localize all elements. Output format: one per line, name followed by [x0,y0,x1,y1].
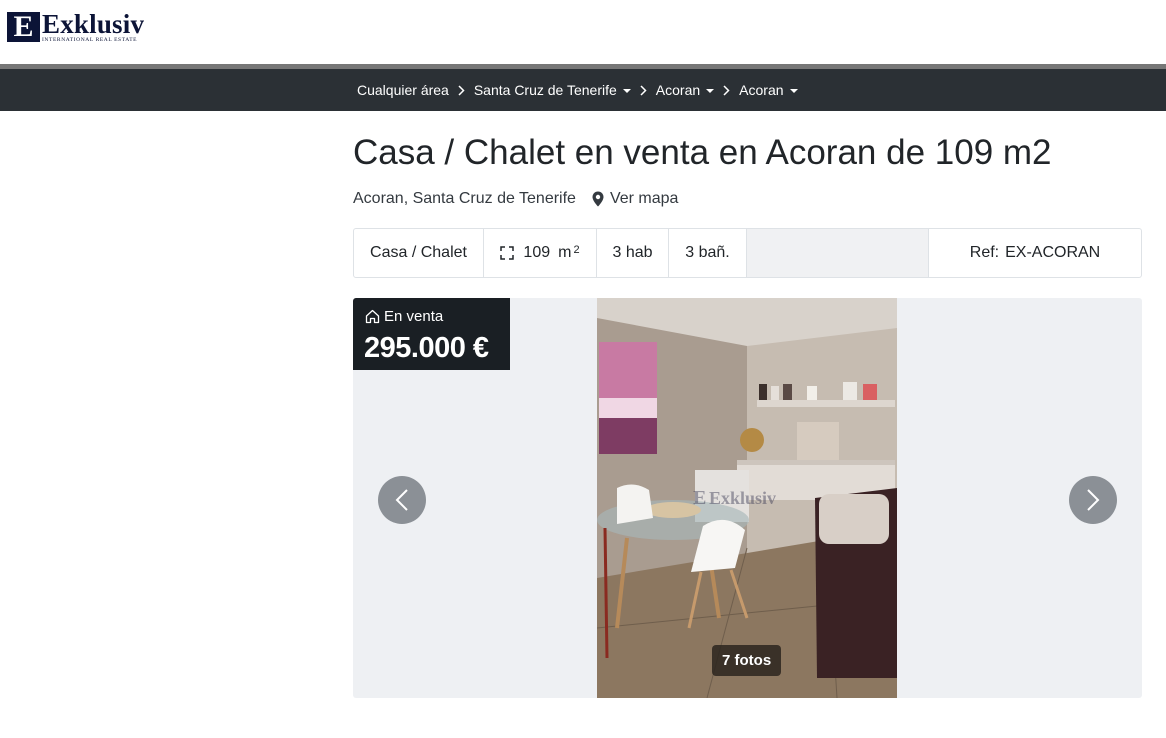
breadcrumb: Cualquier área Santa Cruz de Tenerife Ac… [357,69,798,111]
expand-icon [500,246,515,260]
photo-gallery: En venta 295.000 € E Exklusiv 7 fotos [353,298,1142,698]
spec-empty-cell [747,229,929,277]
listing-photo[interactable]: E Exklusiv 7 fotos [597,298,897,698]
spec-property-type: Casa / Chalet [354,229,484,277]
location-text: Acoran, Santa Cruz de Tenerife [353,190,576,207]
logo-name: Exklusiv [42,9,145,39]
caret-down-icon [622,88,631,93]
previous-photo-button[interactable] [378,476,426,524]
breadcrumb-item-zone[interactable]: Acoran [739,82,798,98]
listing-location: Acoran, Santa Cruz de Tenerife Ver mapa [353,190,678,208]
map-pin-icon [592,191,604,207]
svg-text:E: E [693,487,706,509]
watermark-text: Exklusiv [709,488,776,508]
breadcrumb-item-municipality[interactable]: Acoran [656,82,715,98]
spec-bathrooms: 3 bañ. [669,229,747,277]
spec-reference: Ref: EX-ACORAN [969,244,1101,261]
chevron-right-icon [1087,489,1100,511]
breadcrumb-bar: Cualquier área Santa Cruz de Tenerife Ac… [0,69,1166,111]
listing-price: 295.000 € [364,332,489,364]
chevron-right-icon [458,84,465,96]
breadcrumb-item-province[interactable]: Santa Cruz de Tenerife [474,82,631,98]
next-photo-button[interactable] [1069,476,1117,524]
logo-tagline: INTERNATIONAL REAL ESTATE [42,37,138,43]
room-photo-image: E Exklusiv [597,298,897,698]
breadcrumb-item-any-area[interactable]: Cualquier área [357,82,449,98]
chevron-right-icon [640,84,647,96]
price-badge: En venta 295.000 € [353,298,510,370]
photo-count-badge[interactable]: 7 fotos [712,645,782,676]
site-logo[interactable]: E Exklusiv INTERNATIONAL REAL ESTATE [7,9,145,44]
chevron-right-icon [723,84,730,96]
page-title: Casa / Chalet en venta en Acoran de 109 … [353,133,1052,172]
spec-rooms: 3 hab [597,229,669,277]
spec-area: 109 m 2 [484,229,597,277]
logo-mark: E [7,12,40,42]
home-icon [365,309,380,324]
site-header: E Exklusiv INTERNATIONAL REAL ESTATE [0,0,1166,64]
caret-down-icon [706,88,715,93]
chevron-left-icon [395,489,408,511]
caret-down-icon [789,88,798,93]
property-specs: Casa / Chalet 109 m 2 3 hab 3 bañ. Ref: … [353,228,1142,278]
view-map-link[interactable]: Ver mapa [592,190,678,208]
listing-status: En venta [365,308,443,325]
